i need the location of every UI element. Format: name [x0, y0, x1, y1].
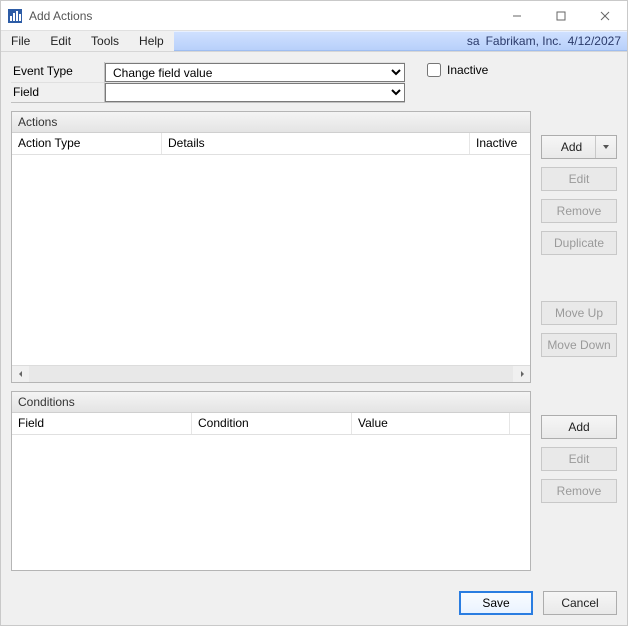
- field-label: Field: [11, 82, 105, 102]
- maximize-button[interactable]: [539, 1, 583, 30]
- conditions-panel: Conditions Field Condition Value: [11, 391, 531, 571]
- top-form: Event Type Change field value Field Inac…: [11, 62, 617, 103]
- save-button[interactable]: Save: [459, 591, 533, 615]
- bottom-bar: Save Cancel: [1, 581, 627, 625]
- actions-duplicate-button[interactable]: Duplicate: [541, 231, 617, 255]
- conditions-grid-body[interactable]: [12, 435, 530, 570]
- menu-edit[interactable]: Edit: [40, 31, 81, 51]
- window: Add Actions File Edit Tools Help sa Fabr…: [0, 0, 628, 626]
- chevron-down-icon[interactable]: [595, 136, 610, 158]
- conditions-col-field[interactable]: Field: [12, 413, 192, 434]
- context-user: sa: [467, 34, 480, 48]
- titlebar: Add Actions: [1, 1, 627, 31]
- actions-col-inactive[interactable]: Inactive: [470, 133, 530, 154]
- close-button[interactable]: [583, 1, 627, 30]
- actions-panel-title: Actions: [12, 112, 530, 133]
- content: Event Type Change field value Field Inac…: [1, 52, 627, 581]
- menu-help[interactable]: Help: [129, 31, 174, 51]
- app-icon: [7, 8, 23, 24]
- actions-add-button[interactable]: Add: [541, 135, 617, 159]
- conditions-remove-button[interactable]: Remove: [541, 479, 617, 503]
- conditions-col-spacer: [510, 413, 530, 434]
- context-company: Fabrikam, Inc.: [486, 34, 562, 48]
- window-title: Add Actions: [29, 9, 92, 23]
- actions-move-down-button[interactable]: Move Down: [541, 333, 617, 357]
- menu-tools[interactable]: Tools: [81, 31, 129, 51]
- minimize-button[interactable]: [495, 1, 539, 30]
- actions-side-buttons: Add Edit Remove Duplicate Move Up Move D…: [541, 111, 617, 357]
- actions-panel: Actions Action Type Details Inactive: [11, 111, 531, 383]
- conditions-edit-button[interactable]: Edit: [541, 447, 617, 471]
- conditions-side-buttons: Add Edit Remove: [541, 391, 617, 503]
- actions-remove-button[interactable]: Remove: [541, 199, 617, 223]
- actions-grid: Action Type Details Inactive: [12, 133, 530, 382]
- actions-edit-button[interactable]: Edit: [541, 167, 617, 191]
- menu-file[interactable]: File: [1, 31, 40, 51]
- actions-scrollbar[interactable]: [12, 365, 530, 382]
- actions-col-type[interactable]: Action Type: [12, 133, 162, 154]
- context-date: 4/12/2027: [568, 34, 621, 48]
- field-select[interactable]: [105, 83, 405, 102]
- actions-move-up-button[interactable]: Move Up: [541, 301, 617, 325]
- inactive-checkbox-wrap[interactable]: Inactive: [427, 62, 488, 77]
- conditions-grid: Field Condition Value: [12, 413, 530, 570]
- conditions-panel-title: Conditions: [12, 392, 530, 413]
- scroll-track[interactable]: [29, 366, 513, 382]
- menubar: File Edit Tools Help sa Fabrikam, Inc. 4…: [1, 31, 627, 52]
- event-type-select[interactable]: Change field value: [105, 63, 405, 82]
- event-type-label: Event Type: [11, 62, 105, 82]
- conditions-col-value[interactable]: Value: [352, 413, 510, 434]
- cancel-button[interactable]: Cancel: [543, 591, 617, 615]
- actions-col-details[interactable]: Details: [162, 133, 470, 154]
- conditions-add-button[interactable]: Add: [541, 415, 617, 439]
- scroll-right-icon[interactable]: [513, 366, 530, 382]
- inactive-checkbox[interactable]: [427, 63, 441, 77]
- actions-grid-body[interactable]: [12, 155, 530, 365]
- inactive-label: Inactive: [447, 63, 488, 77]
- scroll-left-icon[interactable]: [12, 366, 29, 382]
- conditions-col-condition[interactable]: Condition: [192, 413, 352, 434]
